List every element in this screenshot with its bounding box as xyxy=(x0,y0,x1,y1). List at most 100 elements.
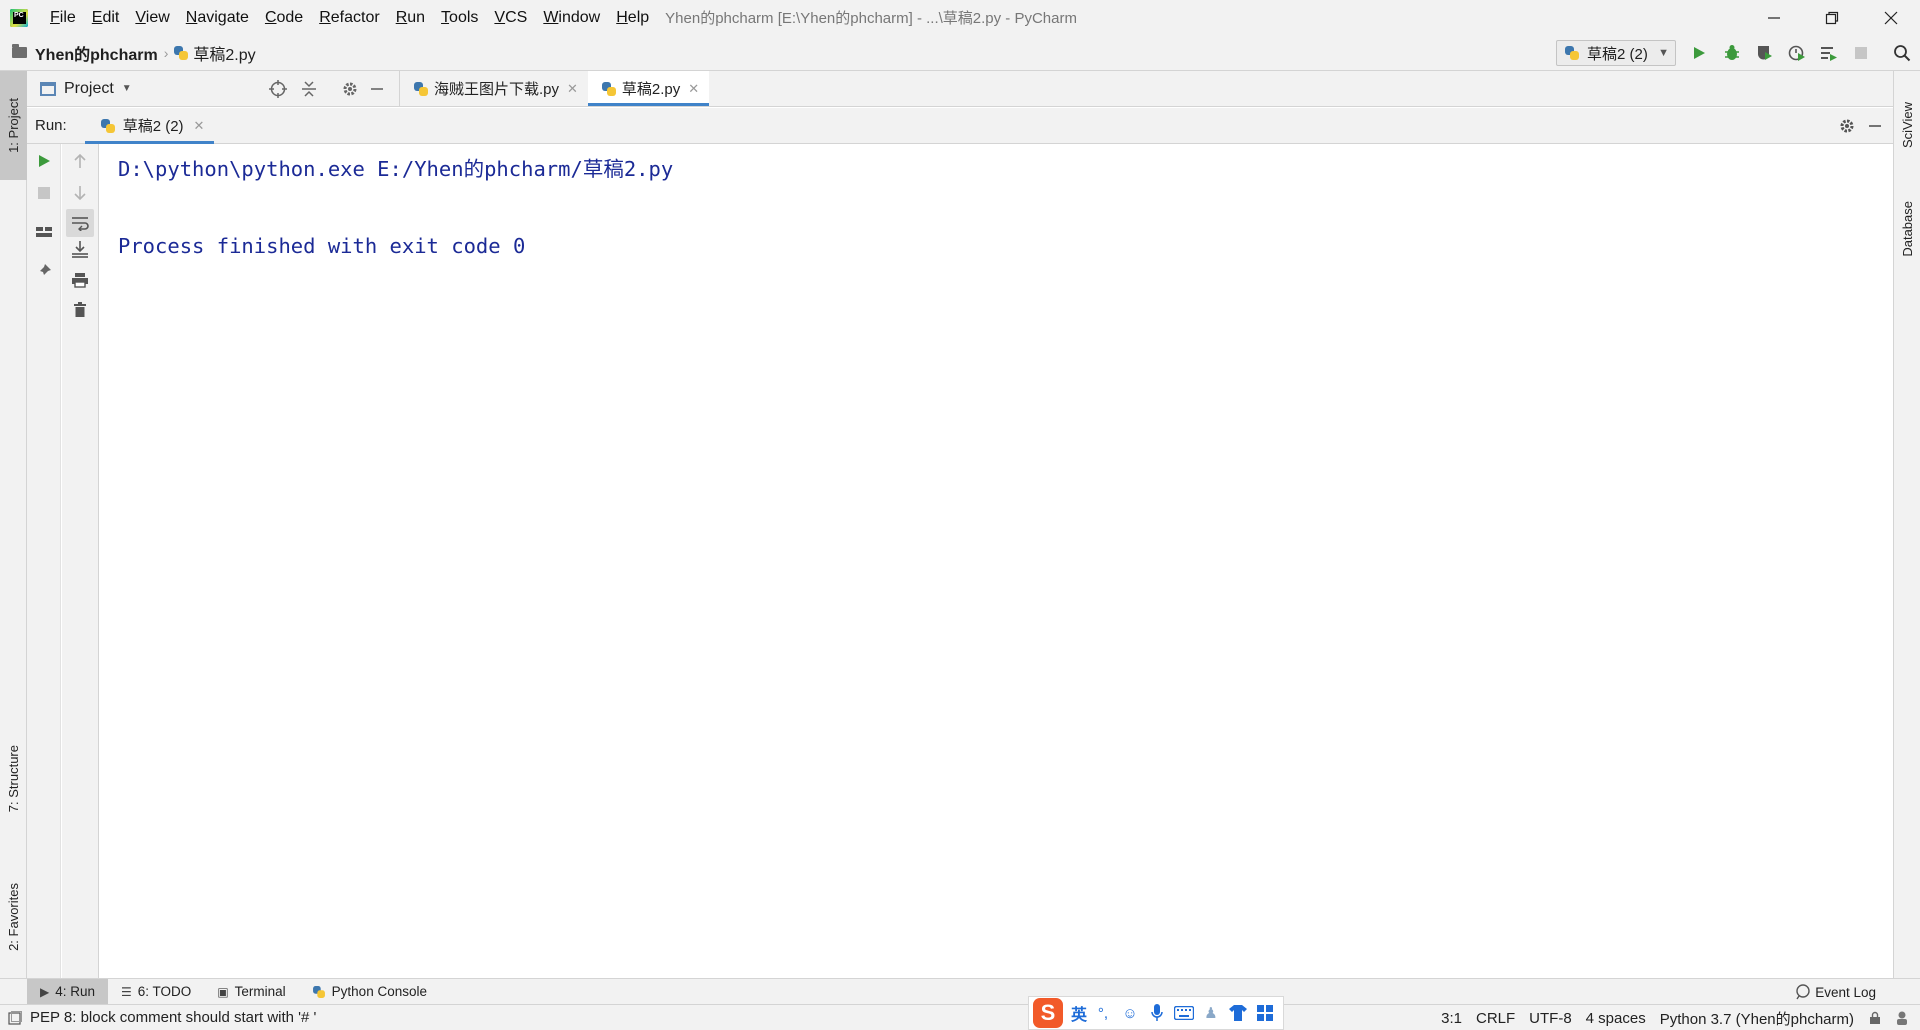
terminal-icon: ▣ xyxy=(217,984,229,999)
arrow-up-icon xyxy=(74,153,86,168)
tool-windows-toggle-icon[interactable] xyxy=(8,1010,22,1025)
menu-refactor[interactable]: Refactor xyxy=(311,0,387,35)
menu-window[interactable]: Window xyxy=(535,0,608,35)
project-panel-header: Project ▼ xyxy=(27,71,400,107)
menu-file[interactable]: File xyxy=(42,0,84,35)
pin-icon xyxy=(38,264,51,277)
status-bar: PEP 8: block comment should start with '… xyxy=(0,1004,1920,1030)
tool-tab-project[interactable]: 1: Project xyxy=(0,71,27,180)
status-message: PEP 8: block comment should start with '… xyxy=(30,1009,317,1026)
console-output[interactable]: D:\python\python.exe E:/Yhen的phcharm/草稿2… xyxy=(99,144,1893,978)
tool-tab-todo-label: 6: TODO xyxy=(137,984,192,999)
tool-tab-database[interactable]: Database xyxy=(1894,181,1920,276)
line-separator[interactable]: CRLF xyxy=(1476,1010,1515,1027)
tool-tab-python-console-label: Python Console xyxy=(331,984,427,999)
run-with-coverage-button[interactable] xyxy=(1754,42,1776,64)
menu-navigate[interactable]: Navigate xyxy=(178,0,257,35)
previous-occurrence-button[interactable] xyxy=(66,147,94,175)
menu-code[interactable]: Code xyxy=(257,0,311,35)
close-tab-icon[interactable]: ✕ xyxy=(688,81,699,97)
menu-tools[interactable]: Tools xyxy=(433,0,486,35)
soft-wrap-icon xyxy=(72,217,89,231)
tool-tab-structure-label: 7: Structure xyxy=(6,744,21,813)
user-icon[interactable]: ♟ xyxy=(1200,1002,1222,1024)
indent-setting[interactable]: 4 spaces xyxy=(1586,1010,1646,1027)
caret-position[interactable]: 3:1 xyxy=(1441,1010,1462,1027)
tool-tab-event-log[interactable]: Event Log xyxy=(1795,979,1876,1005)
close-tab-icon[interactable]: ✕ xyxy=(567,81,578,97)
tool-tab-run[interactable]: ▶ 4: Run xyxy=(27,978,109,1005)
scroll-to-end-icon xyxy=(72,241,88,258)
restore-layout-button[interactable] xyxy=(30,218,58,246)
ime-toolbar: S 英 °, ☺ ♟ xyxy=(1028,996,1284,1030)
run-window-label: Run: xyxy=(35,117,67,134)
minimize-button[interactable] xyxy=(1745,0,1803,35)
pin-tab-button[interactable] xyxy=(30,257,58,285)
hide-panel-button[interactable] xyxy=(366,78,388,100)
collapse-all-button[interactable] xyxy=(298,78,320,100)
run-button[interactable] xyxy=(1688,42,1710,64)
menu-view[interactable]: View xyxy=(127,0,177,35)
tool-tab-structure[interactable]: 7: Structure xyxy=(0,721,27,836)
sogou-logo-icon[interactable]: S xyxy=(1033,998,1063,1028)
debug-button[interactable] xyxy=(1721,42,1743,64)
run-configuration-select[interactable]: 草稿2 (2) ▼ xyxy=(1556,40,1676,66)
print-button[interactable] xyxy=(66,266,94,294)
skin-icon[interactable] xyxy=(1227,1002,1249,1024)
profile-button[interactable] xyxy=(1786,42,1808,64)
project-settings-button[interactable] xyxy=(339,78,361,100)
run-tab-draft2[interactable]: 草稿2 (2) ✕ xyxy=(84,108,215,144)
menu-help[interactable]: Help xyxy=(608,0,657,35)
tool-tab-terminal[interactable]: ▣ Terminal xyxy=(204,979,298,1005)
search-everywhere-button[interactable] xyxy=(1891,42,1913,64)
tool-tab-todo[interactable]: ☰ 6: TODO xyxy=(108,979,204,1005)
inspector-icon[interactable] xyxy=(1894,1010,1910,1026)
lock-icon[interactable] xyxy=(1868,1011,1882,1025)
next-occurrence-button[interactable] xyxy=(66,179,94,207)
chevron-down-icon[interactable]: ▼ xyxy=(122,83,132,94)
emoji-icon[interactable]: ☺ xyxy=(1119,1002,1141,1024)
ime-language-mode[interactable]: 英 xyxy=(1071,1001,1087,1025)
keyboard-icon[interactable] xyxy=(1173,1002,1195,1024)
file-encoding[interactable]: UTF-8 xyxy=(1529,1010,1572,1027)
run-settings-button[interactable] xyxy=(1836,115,1858,137)
stop-icon xyxy=(38,187,50,199)
close-window-button[interactable] xyxy=(1862,0,1920,35)
microphone-icon[interactable] xyxy=(1146,1002,1168,1024)
editor-tab-bar: 海贼王图片下载.py ✕ 草稿2.py ✕ xyxy=(400,71,1893,107)
tool-tab-database-label: Database xyxy=(1900,200,1915,257)
crosshair-icon xyxy=(269,80,287,98)
clear-all-button[interactable] xyxy=(66,296,94,324)
title-bar: File Edit View Navigate Code Refactor Ru… xyxy=(0,0,1920,35)
restore-button[interactable] xyxy=(1803,0,1861,35)
toolbox-icon[interactable] xyxy=(1254,1002,1276,1024)
run-window-header: Run: 草稿2 (2) ✕ xyxy=(27,108,1893,144)
soft-wrap-toggle[interactable] xyxy=(66,209,94,237)
minimize-icon xyxy=(371,88,383,90)
stop-process-button[interactable] xyxy=(30,179,58,207)
punctuation-icon[interactable]: °, xyxy=(1092,1002,1114,1024)
close-tab-icon[interactable]: ✕ xyxy=(194,118,205,134)
tool-tab-project-label: 1: Project xyxy=(6,98,21,153)
python-interpreter[interactable]: Python 3.7 (Yhen的phcharm) xyxy=(1660,1008,1854,1029)
menu-run[interactable]: Run xyxy=(388,0,433,35)
tool-tab-favorites[interactable]: 2: Favorites xyxy=(0,861,27,973)
tool-tab-python-console[interactable]: Python Console xyxy=(299,979,440,1005)
breadcrumb-project[interactable]: Yhen的phcharm xyxy=(35,41,158,65)
editor-tab-draft2[interactable]: 草稿2.py ✕ xyxy=(587,71,710,106)
tool-tab-sciview[interactable]: SciView xyxy=(1894,85,1920,165)
scroll-to-end-button[interactable] xyxy=(66,235,94,263)
locate-file-button[interactable] xyxy=(267,78,289,100)
editor-tab-onepiece-download[interactable]: 海贼王图片下载.py ✕ xyxy=(400,71,588,106)
menu-vcs[interactable]: VCS xyxy=(486,0,535,35)
collapse-all-icon xyxy=(302,81,316,97)
hide-run-window-button[interactable] xyxy=(1864,115,1886,137)
rerun-button[interactable] xyxy=(30,147,58,175)
bottom-tool-tabs: ▶ 4: Run ☰ 6: TODO ▣ Terminal Python Con… xyxy=(0,978,1920,1005)
breadcrumb-file[interactable]: 草稿2.py xyxy=(193,41,255,65)
menu-edit[interactable]: Edit xyxy=(84,0,128,35)
stop-button[interactable] xyxy=(1850,42,1872,64)
python-file-icon xyxy=(100,118,115,133)
project-view-select[interactable]: Project xyxy=(64,80,114,98)
concurrency-diagram-button[interactable] xyxy=(1818,42,1840,64)
